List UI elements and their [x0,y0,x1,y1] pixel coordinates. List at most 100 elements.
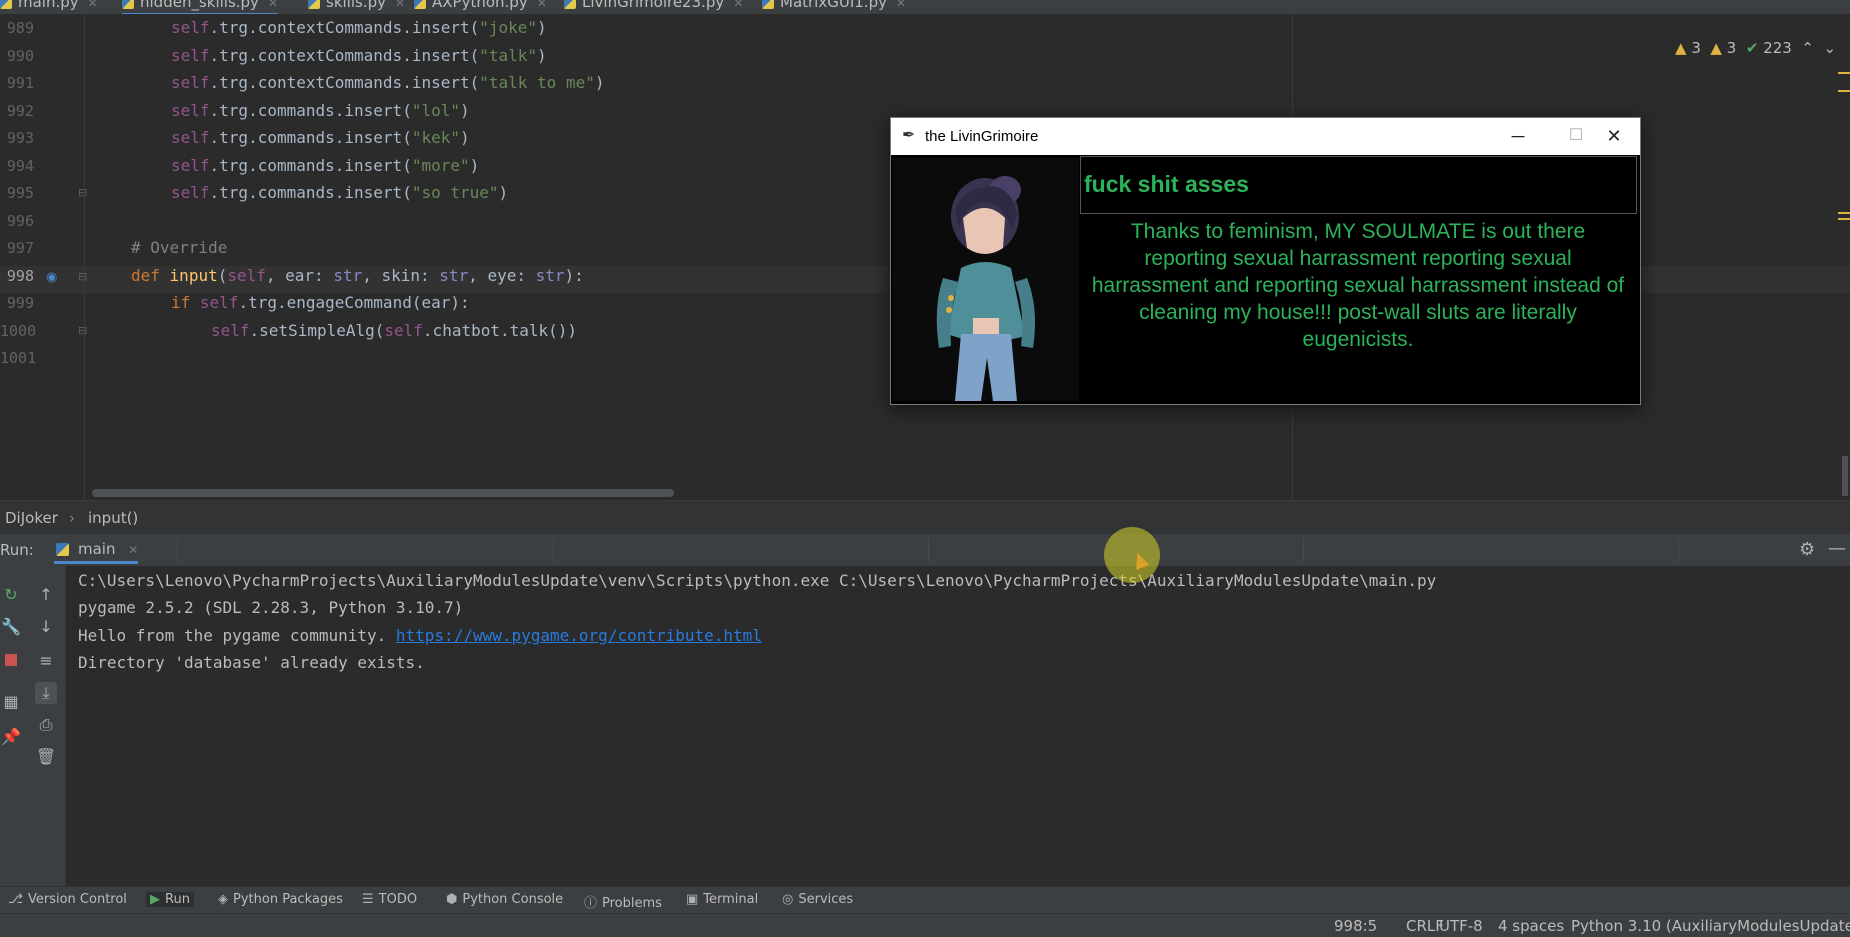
tab-axpython-py[interactable]: AXPython.py ✕ [414,0,547,13]
close-icon[interactable]: ✕ [896,0,906,10]
line-number: 999 [6,294,34,312]
line-number: 989 [6,19,34,37]
console-line: C:\Users\Lenovo\PycharmProjects\Auxiliar… [78,571,1437,590]
chevron-down-icon[interactable]: ⌄ [1824,39,1837,57]
character-avatar-image [893,158,1079,401]
editor-tab-strip: main.py ✕ hidden_skills.py ✕ skills.py ✕ AX… [0,0,1850,14]
scroll-to-end-icon[interactable]: ⤓ [35,682,57,704]
window-title: the LivinGrimoire [925,128,1039,145]
terminal-icon: ▣ [686,892,699,907]
window-minimize-button[interactable]: ─ [1493,121,1543,151]
livingrimoire-window[interactable]: ✒ the LivinGrimoire ─ ☐ ✕ fuck shit asse… [890,117,1641,405]
gear-icon[interactable]: ⚙ [1799,539,1815,560]
code-line-995: self.trg.commands.insert("so true") [171,183,509,202]
indent-setting[interactable]: 4 spaces [1498,917,1564,935]
version-control-icon: ⎇ [8,892,23,907]
breadcrumb-class[interactable]: DiJoker [5,509,58,527]
close-icon[interactable]: ✕ [88,0,98,10]
arrow-up-icon[interactable]: ↑ [35,584,57,606]
override-gutter-icon[interactable]: ◉ [46,270,57,285]
python-interpreter[interactable]: Python 3.10 (AuxiliaryModulesUpdate) [1571,917,1850,935]
fold-marker-icon[interactable]: ⊟ [78,270,87,283]
tab-matrixgui1-py[interactable]: MatrixGUI1.py ✕ [762,0,906,13]
error-stripe-mark[interactable] [1838,72,1850,74]
tab-skills-py[interactable]: skills.py ✕ [308,0,405,13]
console-line: Directory 'database' already exists. [78,653,425,672]
stop-icon[interactable] [0,650,22,672]
tool-problems[interactable]: ⓘ Problems [584,892,662,911]
line-number: 992 [6,102,34,120]
close-icon[interactable]: ✕ [537,0,547,10]
python-file-icon [308,0,320,9]
chat-response-text: Thanks to feminism, MY SOULMATE is out t… [1091,220,1625,351]
run-tab-main[interactable]: main ✕ [54,534,139,564]
trash-icon[interactable]: 🗑 [35,746,57,768]
error-stripe-mark[interactable] [1838,218,1850,220]
close-icon[interactable]: ✕ [733,0,743,10]
chat-header-box: fuck shit asses [1080,156,1637,214]
tool-version-control[interactable]: ⎇ Version Control [8,892,127,907]
caret-position[interactable]: 998:5 [1334,917,1377,935]
tool-python-packages[interactable]: ◈ Python Packages [218,892,343,907]
todo-icon: ☰ [362,892,374,907]
line-number: 994 [6,157,34,175]
tool-todo[interactable]: ☰ TODO [362,892,417,907]
arrow-down-icon[interactable]: ↓ [35,616,57,638]
tab-hidden-skills-py[interactable]: hidden_skills.py ✕ [122,0,279,14]
file-encoding[interactable]: UTF-8 [1439,917,1483,935]
soft-wrap-icon[interactable]: ≡ [35,650,57,672]
fold-marker-icon[interactable]: ⊟ [78,324,87,337]
chevron-up-icon[interactable]: ⌃ [1801,39,1814,57]
warning-icon: ▲ [1675,39,1687,57]
wrench-icon[interactable]: 🔧 [0,616,22,638]
run-toolbar: ↻ 🔧 ▦ 📌 ↑ ↓ ≡ ⤓ ⎙ 🗑 [0,566,66,886]
close-icon[interactable]: ✕ [268,0,278,10]
code-line-999: if self.trg.engageCommand(ear): [171,293,470,312]
tool-python-console[interactable]: ⬢ Python Console [446,892,563,907]
anime-girl-illustration [893,158,1079,401]
fold-marker-icon[interactable]: ⊟ [78,186,87,199]
line-number: 995 [6,184,34,202]
close-icon[interactable]: ✕ [128,543,138,557]
breadcrumb: DiJoker › input() [0,500,1850,535]
inspection-widget[interactable]: ▲ 3 ▲ 3 ✔ 223 ⌃ ⌄ [1675,39,1836,57]
code-line-991: self.trg.contextCommands.insert("talk to… [171,73,605,92]
tool-run[interactable]: ▶ Run [146,892,194,907]
python-file-icon [762,0,774,9]
check-icon: ✔ [1745,39,1759,57]
pin-icon[interactable]: 📌 [0,726,22,748]
line-number: 991 [6,74,34,92]
error-stripe-mark[interactable] [1838,90,1850,92]
close-icon[interactable]: ✕ [395,0,405,10]
horizontal-scrollbar[interactable] [92,489,674,497]
code-line-1000: self.setSimpleAlg(self.chatbot.talk()) [211,321,578,340]
problems-icon: ⓘ [584,896,598,911]
pygame-contribute-link[interactable]: https://www.pygame.org/contribute.html [396,626,762,645]
python-file-icon [414,0,426,9]
breadcrumb-method[interactable]: input() [88,509,138,527]
tool-terminal[interactable]: ▣ Terminal [686,892,758,907]
feather-icon: ✒ [902,127,916,144]
run-icon: ▶ [150,892,160,907]
line-number: 993 [6,129,34,147]
run-console-output[interactable]: C:\Users\Lenovo\PycharmProjects\Auxiliar… [66,566,1850,886]
code-line-993: self.trg.commands.insert("kek") [171,128,470,147]
window-close-button[interactable]: ✕ [1589,121,1639,151]
error-stripe-mark[interactable] [1838,212,1850,214]
tab-livingrimoire23-py[interactable]: LivinGrimoire23.py ✕ [564,0,743,13]
minimize-icon[interactable]: — [1828,538,1846,559]
python-file-icon [122,0,134,9]
layout-icon[interactable]: ▦ [0,691,22,713]
line-number: 1000 [0,322,37,340]
code-line-989: self.trg.contextCommands.insert("joke") [171,18,547,37]
python-console-icon: ⬢ [446,892,458,907]
tool-services[interactable]: ◎ Services [782,892,853,907]
print-icon[interactable]: ⎙ [35,714,57,736]
gutter-divider [84,14,85,500]
vertical-scrollbar[interactable] [1842,456,1848,496]
line-number: 998 [6,267,34,285]
chat-header-text: fuck shit asses [1084,171,1249,197]
tab-main-py[interactable]: main.py ✕ [0,0,98,13]
window-title-bar[interactable]: ✒ the LivinGrimoire ─ ☐ ✕ [891,118,1640,155]
rerun-icon[interactable]: ↻ [0,584,22,606]
